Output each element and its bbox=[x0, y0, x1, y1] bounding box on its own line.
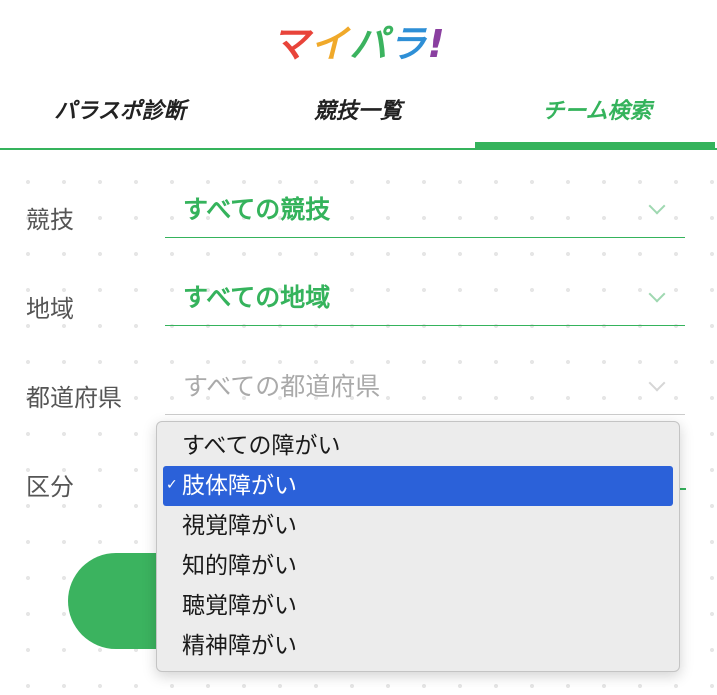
logo-char-3: パ bbox=[349, 22, 389, 66]
dropdown-option-visual[interactable]: 視覚障がい bbox=[163, 506, 673, 546]
region-select-underline bbox=[165, 325, 685, 326]
tab-sports-list[interactable]: 競技一覧 bbox=[258, 95, 458, 135]
tab-team-search[interactable]: チーム検索 bbox=[497, 95, 697, 135]
option-label: 視覚障がい bbox=[182, 513, 297, 539]
logo[interactable]: マイパラ! bbox=[0, 18, 717, 70]
nav-tabs: パラスポ診断 競技一覧 チーム検索 bbox=[0, 95, 717, 135]
dropdown-option-all[interactable]: すべての障がい bbox=[163, 426, 673, 466]
option-label: 聴覚障がい bbox=[182, 593, 297, 619]
region-label: 地域 bbox=[26, 295, 74, 323]
sport-select-value: すべての競技 bbox=[183, 195, 331, 224]
dropdown-option-hearing[interactable]: 聴覚障がい bbox=[163, 586, 673, 626]
prefecture-select-underline bbox=[165, 414, 685, 415]
tab-parasports-diagnosis[interactable]: パラスポ診断 bbox=[20, 95, 220, 135]
logo-char-1: マ bbox=[271, 22, 311, 66]
option-label: すべての障がい bbox=[182, 433, 341, 459]
prefecture-select[interactable]: すべての都道府県 bbox=[165, 371, 685, 415]
region-select[interactable]: すべての地域 bbox=[165, 282, 685, 326]
dropdown-option-mental[interactable]: 精神障がい bbox=[163, 626, 673, 666]
category-dropdown-menu: すべての障がい ✓ 肢体障がい 視覚障がい 知的障がい 聴覚障がい 精神障がい bbox=[156, 421, 680, 672]
dropdown-option-physical[interactable]: ✓ 肢体障がい bbox=[163, 466, 673, 506]
app-header: マイパラ! パラスポ診断 競技一覧 チーム検索 bbox=[0, 0, 717, 150]
dropdown-option-intellectual[interactable]: 知的障がい bbox=[163, 546, 673, 586]
prefecture-label: 都道府県 bbox=[26, 384, 122, 412]
option-label: 肢体障がい bbox=[182, 473, 297, 499]
chevron-down-icon bbox=[648, 374, 666, 392]
sport-select-underline bbox=[165, 237, 685, 238]
logo-char-5: ! bbox=[427, 22, 446, 66]
logo-char-2: イ bbox=[310, 22, 350, 66]
category-label: 区分 bbox=[26, 473, 74, 501]
option-label: 精神障がい bbox=[182, 633, 297, 659]
active-tab-indicator bbox=[475, 142, 715, 150]
logo-char-4: ラ bbox=[388, 22, 428, 66]
sport-select[interactable]: すべての競技 bbox=[165, 194, 685, 238]
option-label: 知的障がい bbox=[182, 553, 297, 579]
chevron-down-icon bbox=[648, 285, 666, 303]
sport-label: 競技 bbox=[26, 206, 74, 234]
checkmark-icon: ✓ bbox=[166, 477, 178, 493]
prefecture-select-value: すべての都道府県 bbox=[183, 372, 381, 401]
chevron-down-icon bbox=[648, 197, 666, 215]
region-select-value: すべての地域 bbox=[183, 283, 331, 312]
